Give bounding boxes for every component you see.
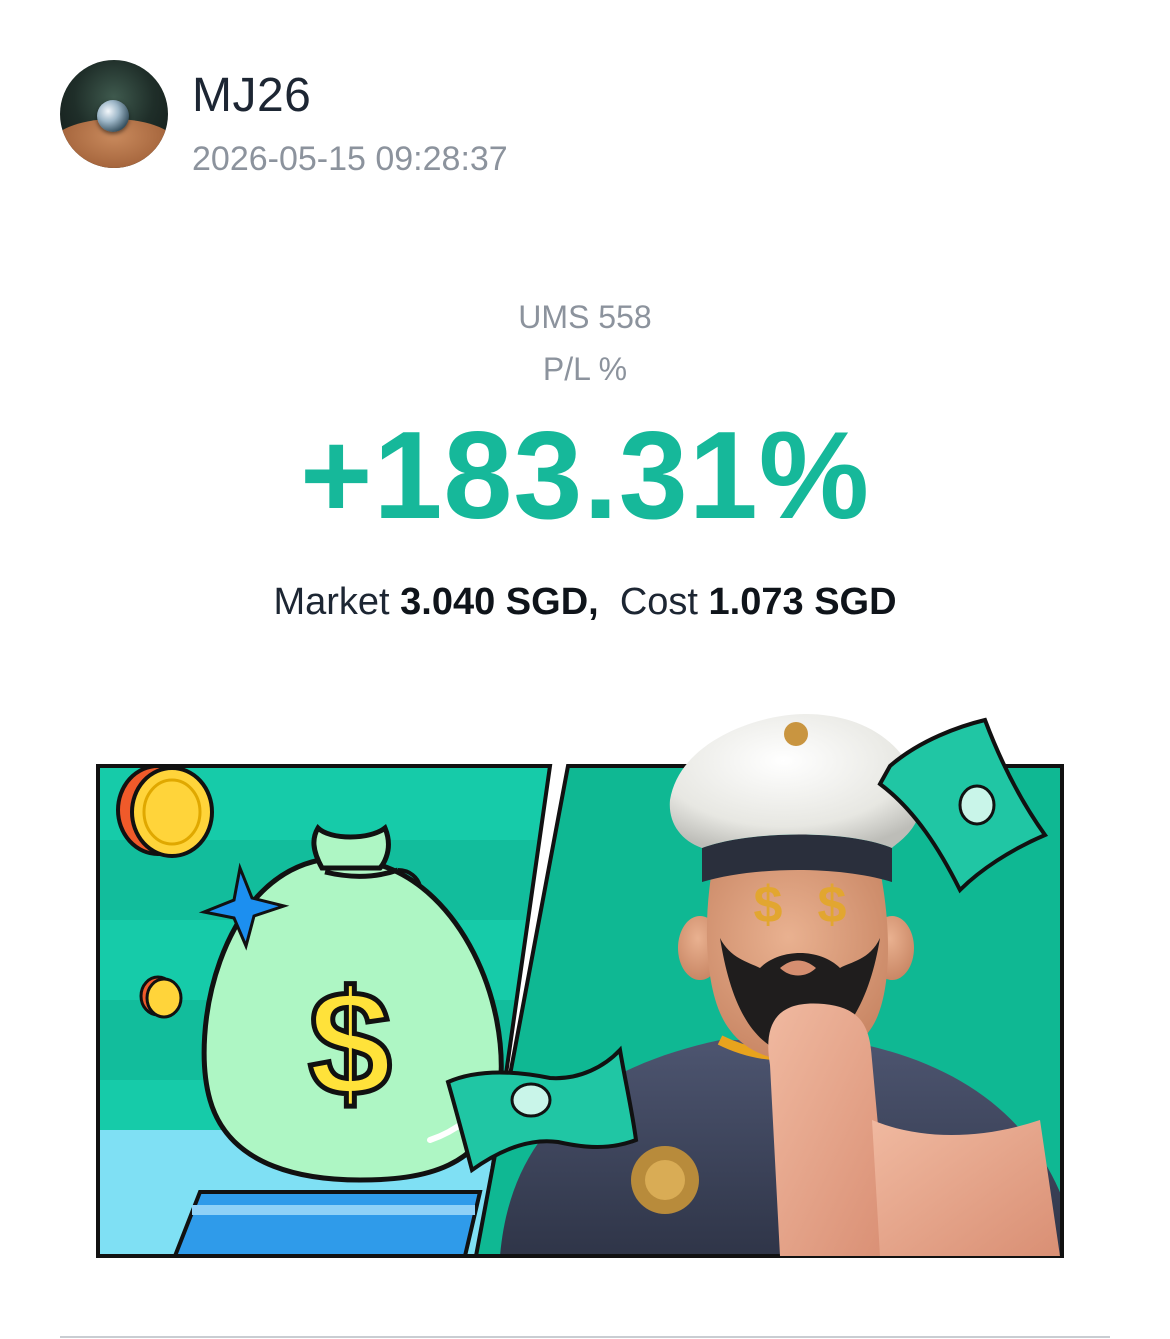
- avatar[interactable]: [60, 60, 168, 168]
- pl-label: P/L %: [542, 351, 628, 387]
- divider: [60, 1336, 1110, 1338]
- profit-illustration: $ $ $: [96, 714, 1064, 1258]
- stock-ticker[interactable]: UMS 558: [0, 296, 1170, 338]
- pl-percentage: +183.31%: [300, 407, 870, 545]
- avatar-orb: [97, 100, 129, 132]
- market-cost-summary: Market 3.040 SGD, Cost 1.073 SGD: [0, 578, 1170, 626]
- coin-icon: [139, 975, 183, 1019]
- market-value: 3.040 SGD: [400, 581, 589, 623]
- svg-text:$: $: [308, 959, 391, 1127]
- cost-value: 1.073 SGD: [708, 581, 897, 623]
- market-label: Market: [273, 581, 390, 623]
- svg-text:$: $: [818, 876, 847, 934]
- summary-separator: ,: [588, 581, 599, 623]
- svg-text:$: $: [754, 876, 783, 934]
- post-timestamp: 2026-05-15 09:28:37: [192, 140, 508, 178]
- username[interactable]: MJ26: [192, 68, 311, 124]
- coin-icon: [116, 764, 214, 858]
- dollar-sign-icon: $: [306, 957, 394, 1130]
- cost-label: Cost: [619, 581, 698, 623]
